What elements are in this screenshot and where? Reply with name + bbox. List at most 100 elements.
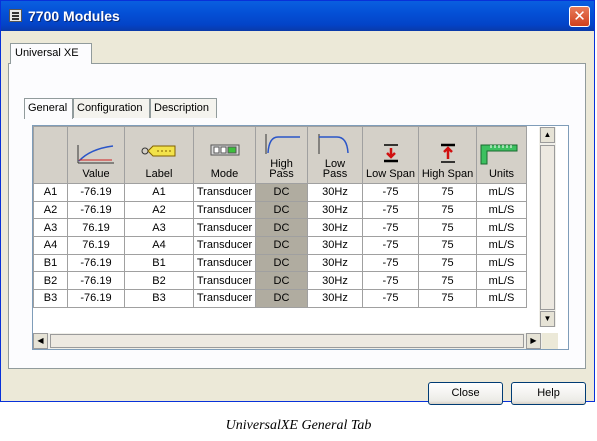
scroll-left-button[interactable]: ◀ (33, 333, 48, 349)
grid-cell[interactable]: -75 (362, 253, 419, 273)
scroll-right-button[interactable]: ▶ (526, 333, 541, 349)
horizontal-scrollbar[interactable]: ◀ ▶ (33, 333, 542, 349)
grid-cell[interactable]: -76.19 (67, 200, 125, 220)
grid-cell[interactable]: mL/S (476, 289, 527, 308)
tab-universal-xe[interactable]: Universal XE (10, 43, 92, 64)
grid-cell[interactable]: mL/S (476, 271, 527, 291)
col-header-units[interactable]: Units (476, 126, 527, 184)
grid-cell[interactable]: 75 (418, 218, 477, 238)
table-row[interactable]: A3 76.19 A3 Transducer DC 30Hz -75 75 mL/S (33, 218, 527, 238)
scroll-down-button[interactable]: ▼ (540, 311, 555, 327)
grid-cell[interactable]: A3 (124, 218, 194, 238)
grid-cell[interactable]: 75 (418, 200, 477, 220)
col-header-low-pass[interactable]: Low Pass (307, 126, 363, 184)
channel-grid[interactable]: Value Label Mode High Pass Low Pass Low … (32, 125, 569, 350)
grid-cell[interactable]: Transducer (193, 218, 256, 238)
window-close-button[interactable]: ✕ (569, 6, 590, 27)
grid-cell[interactable]: 30Hz (307, 183, 363, 202)
horizontal-scroll-thumb[interactable] (50, 334, 524, 348)
grid-cell[interactable]: -75 (362, 183, 419, 202)
table-row[interactable]: B2 -76.19 B2 Transducer DC 30Hz -75 75 mL/S (33, 271, 527, 291)
grid-cell[interactable]: -75 (362, 200, 419, 220)
table-row[interactable]: B3 -76.19 B3 Transducer DC 30Hz -75 75 mL/S (33, 289, 527, 308)
grid-cell[interactable]: -76.19 (67, 183, 125, 202)
grid-cell[interactable]: 76.19 (67, 218, 125, 238)
col-header-high-span[interactable]: High Span (418, 126, 477, 184)
col-header-label[interactable]: Label (124, 126, 194, 184)
row-header-channel[interactable]: B3 (33, 289, 68, 308)
grid-corner (33, 126, 68, 184)
grid-cell[interactable]: Transducer (193, 271, 256, 291)
grid-cell[interactable]: DC (255, 183, 308, 202)
grid-cell[interactable]: -75 (362, 236, 419, 255)
grid-cell[interactable]: DC (255, 289, 308, 308)
grid-cell[interactable]: -75 (362, 289, 419, 308)
grid-cell[interactable]: -76.19 (67, 271, 125, 291)
scroll-up-button[interactable]: ▲ (540, 127, 555, 143)
col-label-high-span: High Span (421, 168, 474, 180)
grid-cell[interactable]: 30Hz (307, 218, 363, 238)
grid-cell[interactable]: B2 (124, 271, 194, 291)
high-pass-filter-icon (265, 134, 300, 154)
row-header-channel[interactable]: A3 (33, 218, 68, 238)
grid-cell[interactable]: Transducer (193, 183, 256, 202)
grid-cell[interactable]: -75 (362, 271, 419, 291)
grid-cell[interactable]: Transducer (193, 200, 256, 220)
row-header-channel[interactable]: A4 (33, 236, 68, 255)
grid-cell[interactable]: Transducer (193, 289, 256, 308)
grid-cell[interactable]: mL/S (476, 183, 527, 202)
table-row[interactable]: A2 -76.19 A2 Transducer DC 30Hz -75 75 mL/S (33, 200, 527, 220)
row-header-channel[interactable]: A2 (33, 200, 68, 220)
grid-cell[interactable]: 30Hz (307, 236, 363, 255)
row-header-channel[interactable]: B2 (33, 271, 68, 291)
window-title: 7700 Modules (28, 8, 120, 24)
table-row[interactable]: A1 -76.19 A1 Transducer DC 30Hz -75 75 mL/S (33, 183, 527, 202)
grid-cell[interactable]: DC (255, 218, 308, 238)
ruler-units-icon (480, 144, 518, 165)
grid-cell[interactable]: 30Hz (307, 271, 363, 291)
grid-cell[interactable]: DC (255, 236, 308, 255)
grid-cell[interactable]: -75 (362, 218, 419, 238)
grid-cell[interactable]: 76.19 (67, 236, 125, 255)
row-header-channel[interactable]: A1 (33, 183, 68, 202)
tab-general[interactable]: General (24, 98, 73, 119)
grid-cell[interactable]: A4 (124, 236, 194, 255)
grid-cell[interactable]: mL/S (476, 236, 527, 255)
grid-cell[interactable]: DC (255, 253, 308, 273)
grid-cell[interactable]: 75 (418, 236, 477, 255)
close-button[interactable]: Close (428, 382, 503, 405)
grid-cell[interactable]: 30Hz (307, 289, 363, 308)
grid-cell[interactable]: -76.19 (67, 289, 125, 308)
grid-cell[interactable]: 30Hz (307, 253, 363, 273)
tab-description[interactable]: Description (150, 98, 217, 118)
vertical-scrollbar[interactable]: ▲ ▼ (539, 127, 556, 327)
grid-cell[interactable]: mL/S (476, 253, 527, 273)
row-header-channel[interactable]: B1 (33, 253, 68, 273)
grid-cell[interactable]: 75 (418, 271, 477, 291)
grid-cell[interactable]: DC (255, 200, 308, 220)
grid-cell[interactable]: mL/S (476, 200, 527, 220)
grid-cell[interactable]: A2 (124, 200, 194, 220)
title-bar[interactable]: 7700 Modules ✕ (1, 1, 594, 31)
col-header-value[interactable]: Value (67, 126, 125, 184)
grid-cell[interactable]: Transducer (193, 253, 256, 273)
grid-cell[interactable]: Transducer (193, 236, 256, 255)
grid-cell[interactable]: B1 (124, 253, 194, 273)
grid-cell[interactable]: A1 (124, 183, 194, 202)
tab-configuration[interactable]: Configuration (73, 98, 150, 118)
grid-cell[interactable]: mL/S (476, 218, 527, 238)
col-header-low-span[interactable]: Low Span (362, 126, 419, 184)
grid-cell[interactable]: 75 (418, 289, 477, 308)
col-header-mode[interactable]: Mode (193, 126, 256, 184)
grid-cell[interactable]: 30Hz (307, 200, 363, 220)
help-button[interactable]: Help (511, 382, 586, 405)
grid-cell[interactable]: 75 (418, 183, 477, 202)
grid-cell[interactable]: B3 (124, 289, 194, 308)
table-row[interactable]: A4 76.19 A4 Transducer DC 30Hz -75 75 mL/S (33, 236, 527, 255)
col-header-high-pass[interactable]: High Pass (255, 126, 308, 184)
grid-cell[interactable]: DC (255, 271, 308, 291)
vertical-scroll-thumb[interactable] (540, 145, 555, 310)
grid-cell[interactable]: 75 (418, 253, 477, 273)
table-row[interactable]: B1 -76.19 B1 Transducer DC 30Hz -75 75 mL/S (33, 253, 527, 273)
grid-cell[interactable]: -76.19 (67, 253, 125, 273)
